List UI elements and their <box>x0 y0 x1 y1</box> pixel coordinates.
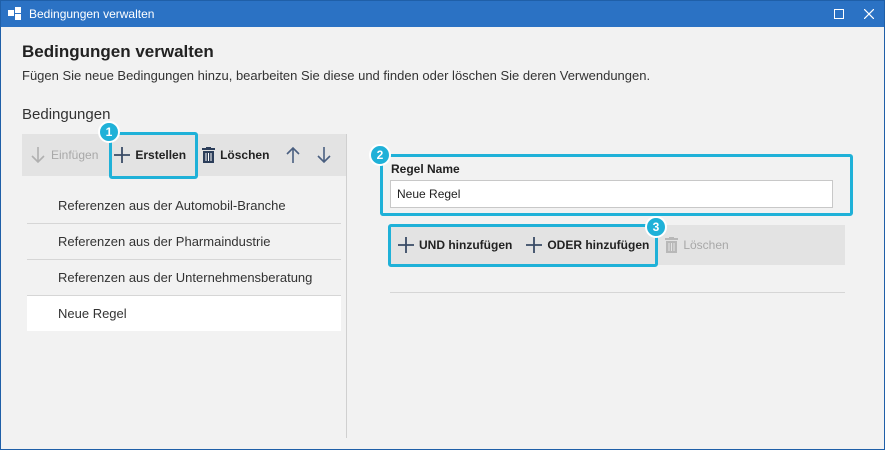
delete-rule-button[interactable]: Löschen <box>665 230 729 260</box>
list-item-selected[interactable]: Neue Regel <box>27 296 341 331</box>
delete-condition-label: Löschen <box>220 148 270 162</box>
separator-line <box>390 292 845 293</box>
panel-divider <box>346 134 347 438</box>
move-up-button[interactable] <box>285 140 306 170</box>
callout-box-add-buttons <box>388 224 658 267</box>
conditions-section-label: Bedingungen <box>22 106 111 123</box>
trash-icon <box>665 237 679 253</box>
callout-box-create <box>109 132 198 179</box>
delete-condition-button[interactable]: Löschen <box>202 140 269 170</box>
trash-icon <box>202 147 216 163</box>
title-bar[interactable]: Bedingungen verwalten <box>1 1 884 27</box>
move-down-button[interactable] <box>316 140 337 170</box>
list-item[interactable]: Referenzen aus der Pharmaindustrie <box>27 224 341 260</box>
window-title: Bedingungen verwalten <box>29 7 155 21</box>
conditions-list: Referenzen aus der Automobil-Branche Ref… <box>27 188 341 331</box>
callout-badge: 2 <box>369 144 391 166</box>
page-description: Fügen Sie neue Bedingungen hinzu, bearbe… <box>22 68 651 83</box>
dialog-window: Bedingungen verwalten Bedingungen verwal… <box>0 0 885 450</box>
callout-badge: 1 <box>98 121 120 143</box>
arrow-down-icon <box>31 147 45 164</box>
insert-button[interactable]: Einfügen <box>30 140 98 170</box>
app-icon <box>7 6 23 22</box>
page-title: Bedingungen verwalten <box>22 42 214 61</box>
callout-box-rule-name <box>380 154 853 216</box>
list-item[interactable]: Referenzen aus der Automobil-Branche <box>27 188 341 224</box>
arrow-down-icon <box>317 147 331 164</box>
maximize-button[interactable] <box>824 1 854 27</box>
arrow-up-icon <box>286 146 300 163</box>
conditions-panel: Einfügen Erstellen Löschen Referenzen au… <box>22 134 346 438</box>
close-icon <box>864 9 874 19</box>
delete-rule-label: Löschen <box>683 238 729 252</box>
dialog-content: Bedingungen verwalten Fügen Sie neue Bed… <box>1 28 884 449</box>
list-item[interactable]: Referenzen aus der Unternehmensberatung <box>27 260 341 296</box>
insert-label: Einfügen <box>51 148 99 162</box>
maximize-icon <box>834 9 844 19</box>
close-button[interactable] <box>854 1 884 27</box>
callout-badge: 3 <box>645 216 667 238</box>
